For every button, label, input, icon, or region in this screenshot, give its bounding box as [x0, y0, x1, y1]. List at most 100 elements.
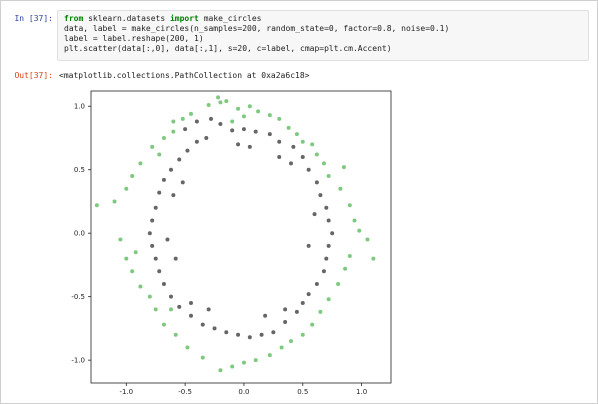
code-line-3: label = label.reshape(200, 1): [64, 34, 204, 43]
data-point-inner: [236, 332, 241, 337]
data-point-inner: [161, 281, 166, 286]
data-point-outer: [138, 284, 143, 289]
data-point-outer: [347, 254, 352, 259]
data-point-outer: [130, 174, 135, 179]
data-point-inner: [212, 326, 217, 331]
code-import-name: make_circles: [198, 14, 262, 23]
data-point-outer: [341, 165, 346, 170]
data-point-inner: [294, 309, 299, 314]
data-point-inner: [204, 135, 209, 140]
data-point-inner: [324, 205, 329, 210]
plot-axes-frame: [90, 90, 392, 384]
data-point-outer: [169, 307, 173, 312]
data-point-inner: [300, 155, 305, 160]
data-point-outer: [147, 294, 152, 299]
data-point-outer: [124, 256, 129, 261]
data-point-inner: [169, 294, 173, 299]
x-tick-label: 0.0: [238, 388, 249, 396]
data-point-inner: [165, 237, 170, 242]
output-prompt: Out[37]:: [14, 71, 53, 80]
data-point-inner: [173, 256, 178, 261]
data-point-outer: [357, 228, 362, 233]
data-point-outer: [336, 281, 341, 286]
data-point-outer: [241, 360, 246, 365]
keyword-import: import: [169, 14, 199, 23]
data-point-inner: [183, 127, 188, 132]
data-point-outer: [326, 297, 331, 302]
data-point-outer: [112, 199, 117, 204]
data-point-inner: [330, 231, 335, 236]
data-point-outer: [161, 322, 166, 327]
data-point-outer: [153, 307, 158, 312]
code-input-area[interactable]: from sklearn.datasets import make_circle…: [57, 10, 589, 61]
data-point-inner: [306, 167, 311, 172]
data-point-outer: [338, 186, 343, 191]
code-line-4: plt.scatter(data[:,0], data[:,1], s=20, …: [64, 44, 392, 53]
x-tick-label: 0.5: [297, 388, 308, 396]
data-point-inner: [277, 139, 282, 144]
data-point-inner: [194, 139, 199, 144]
code-line-1: from sklearn.datasets import make_circle…: [64, 14, 262, 24]
data-point-outer: [189, 111, 193, 116]
data-point-inner: [236, 142, 241, 147]
data-point-inner: [206, 307, 211, 312]
data-point-inner: [321, 269, 326, 274]
data-point-outer: [224, 99, 229, 104]
x-tick-label: -0.5: [178, 388, 192, 396]
data-point-outer: [150, 144, 155, 149]
data-point-inner: [253, 129, 258, 134]
data-point-outer: [310, 322, 315, 327]
data-point-outer: [267, 113, 272, 118]
data-point-inner: [326, 243, 331, 248]
code-line-2: data, label = make_circles(n_samples=200…: [64, 24, 450, 33]
data-point-inner: [177, 157, 182, 162]
scatter-plot: -1.0 -0.5 0.0 0.5 1.0 1.0 0.5 0.0 -0.5 -1.0: [71, 90, 392, 396]
data-point-outer: [138, 161, 143, 166]
output-text: <matplotlib.collections.PathCollection a…: [59, 71, 310, 80]
data-point-outer: [256, 109, 261, 114]
data-point-outer: [118, 237, 123, 242]
data-point-inner: [194, 119, 199, 124]
data-point-inner: [300, 301, 305, 306]
data-point-outer: [180, 116, 185, 121]
data-point-inner: [326, 218, 331, 223]
data-point-inner: [314, 180, 319, 185]
data-point-outer: [124, 186, 129, 191]
data-point-inner: [147, 231, 152, 236]
data-point-outer: [216, 95, 221, 100]
data-point-outer: [310, 142, 315, 147]
data-point-inner: [230, 128, 235, 133]
data-point-outer: [236, 106, 241, 111]
data-point-outer: [343, 266, 348, 271]
data-point-inner: [271, 330, 276, 335]
data-point-inner: [180, 180, 185, 185]
input-prompt: In [37]:: [14, 14, 53, 23]
data-point-outer: [321, 161, 326, 166]
y-tick-label: 0.0: [74, 230, 85, 238]
data-point-inner: [259, 332, 264, 337]
x-tick-label: 1.0: [356, 388, 367, 396]
data-point-inner: [289, 161, 293, 166]
data-point-outer: [218, 368, 223, 373]
data-point-outer: [130, 269, 135, 274]
data-point-inner: [306, 292, 311, 297]
y-tick-label: -0.5: [71, 293, 85, 301]
data-point-outer: [326, 174, 331, 179]
keyword-from: from: [64, 14, 84, 23]
data-point-outer: [171, 129, 176, 134]
data-point-inner: [189, 313, 193, 318]
y-tick-label: -1.0: [71, 357, 85, 365]
data-point-inner: [283, 307, 288, 312]
data-point-inner: [157, 269, 162, 274]
data-point-inner: [267, 132, 272, 137]
data-point-outer: [286, 125, 291, 130]
data-point-inner: [150, 243, 155, 248]
data-point-inner: [177, 304, 182, 309]
data-point-inner: [247, 144, 252, 149]
data-point-inner: [291, 144, 296, 149]
data-point-outer: [230, 119, 235, 124]
data-point-inner: [263, 313, 268, 318]
data-point-inner: [247, 335, 252, 340]
data-point-inner: [189, 301, 193, 306]
data-point-outer: [171, 119, 176, 124]
